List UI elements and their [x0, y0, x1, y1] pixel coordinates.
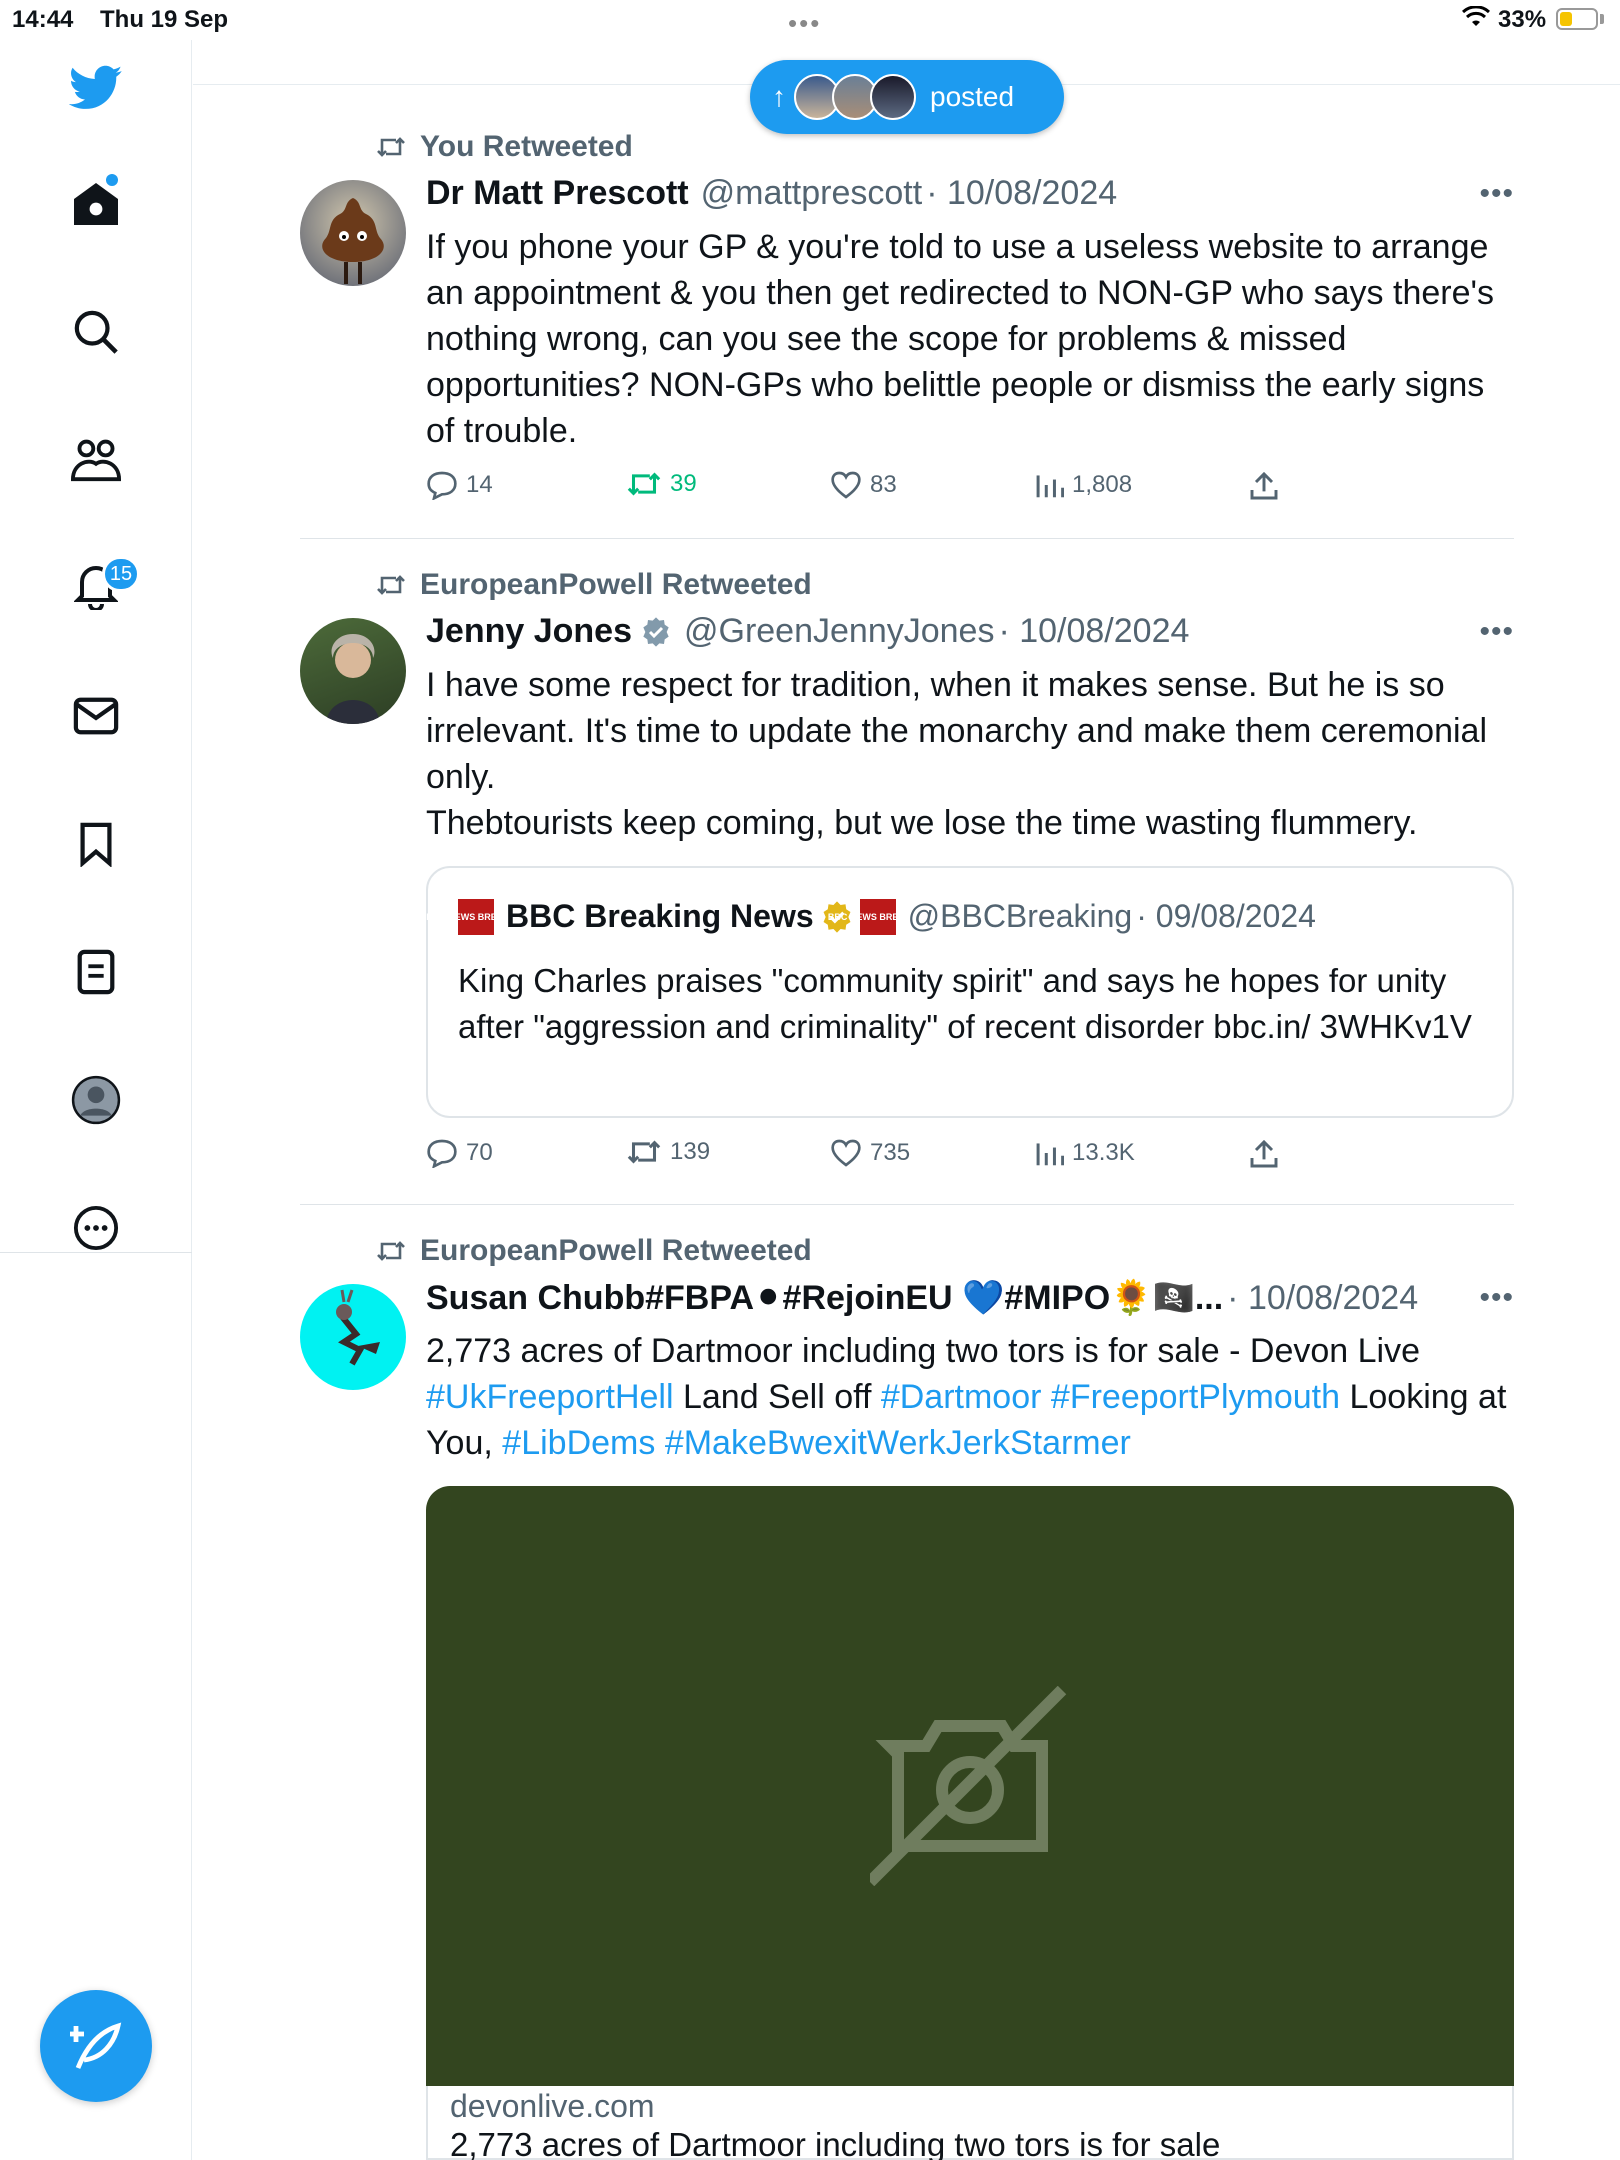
link-card-footer[interactable]: devonlive.com 2,773 acres of Dartmoor in… [426, 2086, 1514, 2160]
messages-icon[interactable] [66, 686, 126, 746]
date: Thu 19 Sep [100, 6, 229, 33]
twitter-logo-icon[interactable] [66, 58, 126, 118]
search-icon[interactable] [66, 302, 126, 362]
tweet-date[interactable]: · 10/08/2024 [1227, 1279, 1418, 1318]
link-card-domain: devonlive.com [450, 2088, 655, 2124]
hashtag-link[interactable]: #Dartmoor [881, 1378, 1042, 1416]
hashtag-link[interactable]: #MakeBwexitWerkJerkStarmer [665, 1424, 1131, 1462]
tweet-text: 2,773 acres of Dartmoor including two to… [426, 1332, 1507, 1462]
hashtag-link[interactable]: #FreeportPlymouth [1051, 1378, 1340, 1416]
lists-icon[interactable] [66, 942, 126, 1002]
battery-icon [1556, 8, 1598, 30]
compose-tweet-button[interactable] [40, 1990, 152, 2102]
communities-icon[interactable] [66, 430, 126, 490]
more-options-icon[interactable]: ••• [1479, 1281, 1514, 1315]
image-unavailable-icon [870, 1686, 1067, 1886]
avatar[interactable] [300, 1284, 406, 1390]
link-card-title: 2,773 acres of Dartmoor including two to… [450, 2126, 1221, 2160]
hashtag-link[interactable]: #LibDems [502, 1424, 655, 1462]
profile-icon[interactable] [66, 1070, 126, 1130]
retweet-icon [377, 1241, 405, 1261]
retweet-context: EuropeanPowell Retweeted [376, 1234, 812, 1268]
tweet[interactable]: EuropeanPowell Retweeted Susan Chubb#FBP… [300, 0, 1514, 2160]
link-card-image[interactable] [426, 1486, 1514, 2086]
home-unread-dot [106, 174, 118, 186]
more-icon[interactable] [66, 1198, 126, 1258]
bookmarks-icon[interactable] [66, 814, 126, 874]
sidebar-divider [0, 1252, 192, 1253]
author-name[interactable]: Susan Chubb#FBPA⚫#RejoinEU 💙#MIPO🌻🏴‍☠️..… [426, 1278, 1223, 1318]
notifications-badge: 15 [102, 556, 140, 592]
clock: 14:44 [12, 6, 74, 33]
hashtag-link[interactable]: #UkFreeportHell [426, 1378, 674, 1416]
